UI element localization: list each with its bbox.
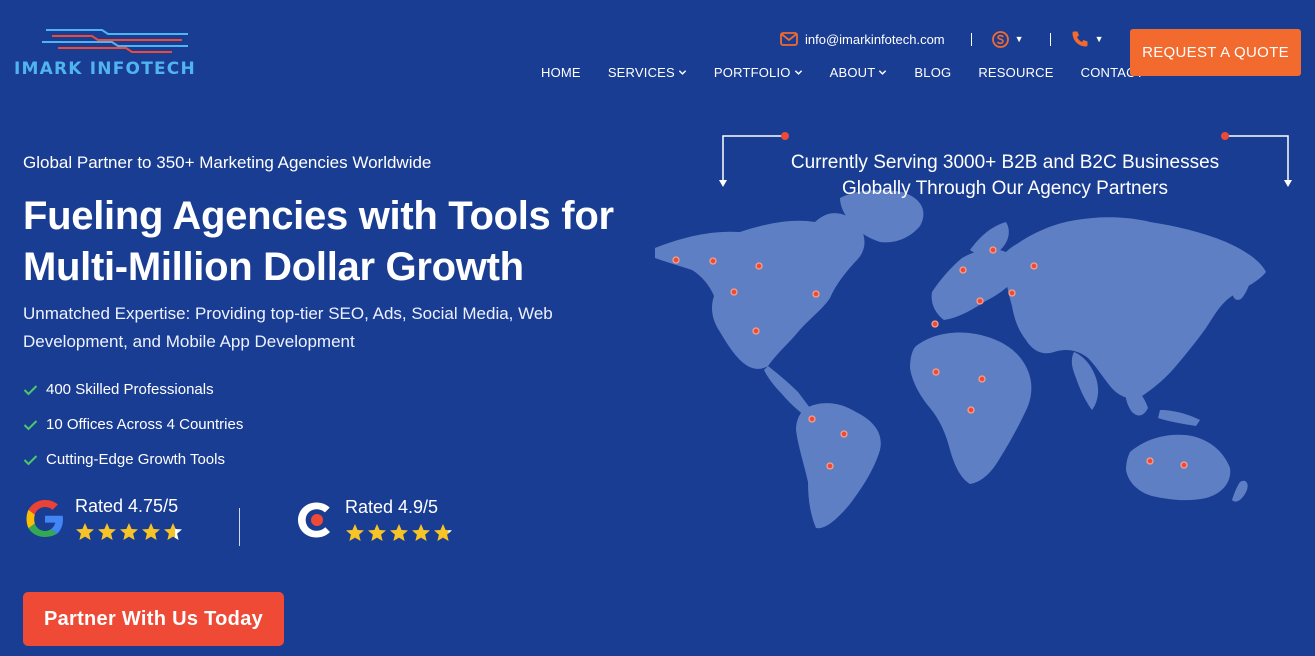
main-nav: HOME SERVICES PORTFOLIO ABOUT BLOG RESOU… xyxy=(541,65,1144,80)
map-caption: Currently Serving 3000+ B2B and B2C Busi… xyxy=(740,150,1270,202)
request-quote-button[interactable]: REQUEST A QUOTE xyxy=(1130,29,1301,76)
nav-label: BLOG xyxy=(914,65,952,80)
nav-label: HOME xyxy=(541,65,581,80)
topbar: info@imarkinfotech.com ▼ ▼ xyxy=(780,28,1103,50)
mail-icon xyxy=(780,32,798,46)
star-rating xyxy=(75,522,183,542)
feature-text: 400 Skilled Professionals xyxy=(46,381,214,398)
nav-portfolio[interactable]: PORTFOLIO xyxy=(714,65,803,80)
chevron-down-icon xyxy=(794,70,802,75)
nav-label: PORTFOLIO xyxy=(713,65,791,80)
feature-item: Cutting-Edge Growth Tools xyxy=(23,442,243,477)
star-half-icon xyxy=(434,524,452,541)
google-rating[interactable]: Rated 4.75/5 xyxy=(23,496,183,542)
email-text: info@imarkinfotech.com xyxy=(805,31,945,47)
chevron-down-icon xyxy=(678,70,687,75)
bracket-dot xyxy=(1221,132,1229,140)
email-link[interactable]: info@imarkinfotech.com xyxy=(780,32,945,47)
partner-with-us-button[interactable]: Partner With Us Today xyxy=(23,592,284,646)
skype-caret-icon: ▼ xyxy=(1014,34,1024,44)
clutch-icon xyxy=(298,502,330,538)
star-rating xyxy=(345,523,453,543)
rating-text: Rated 4.9/5 xyxy=(345,497,453,543)
phone-menu[interactable]: ▼ xyxy=(1071,30,1104,48)
star-icon xyxy=(368,524,386,541)
star-icon xyxy=(120,523,138,540)
nav-about[interactable]: ABOUT xyxy=(830,65,888,80)
headline-line-1: Fueling Agencies with Tools for xyxy=(23,194,614,238)
rating-label: Rated 4.9/5 xyxy=(345,497,439,517)
feature-text: 10 Offices Across 4 Countries xyxy=(46,416,244,433)
google-icon xyxy=(26,500,63,537)
star-half-icon xyxy=(164,523,182,540)
feature-text: Cutting-Edge Growth Tools xyxy=(46,451,225,468)
rating-label: Rated 4.75/5 xyxy=(75,496,179,516)
bracket-dot xyxy=(781,132,789,140)
continents xyxy=(655,190,1266,529)
hero-subtext: Unmatched Expertise: Providing top-tier … xyxy=(23,304,553,351)
headline-line-2: Multi-Million Dollar Growth xyxy=(23,245,524,289)
map-caption-line-2: Globally Through Our Agency Partners xyxy=(842,178,1168,199)
feature-item: 10 Offices Across 4 Countries xyxy=(23,407,243,442)
chevron-down-icon xyxy=(879,70,887,75)
brand-logo[interactable]: IMARK INFOTECH xyxy=(14,26,224,79)
star-icon xyxy=(412,524,430,541)
skype-menu[interactable]: ▼ xyxy=(991,30,1024,48)
phone-icon xyxy=(1072,31,1088,47)
rating-text: Rated 4.75/5 xyxy=(75,496,183,542)
feature-list: 400 Skilled Professionals 10 Offices Acr… xyxy=(23,372,243,477)
hero-eyebrow: Global Partner to 350+ Marketing Agencie… xyxy=(23,153,432,172)
nav-home[interactable]: HOME xyxy=(541,65,581,80)
logo-lines-icon xyxy=(42,29,188,53)
map-caption-line-1: Currently Serving 3000+ B2B and B2C Busi… xyxy=(790,152,1220,173)
feature-item: 400 Skilled Professionals xyxy=(23,372,243,407)
star-icon xyxy=(76,523,94,540)
phone-caret-icon: ▼ xyxy=(1094,34,1104,44)
nav-label: RESOURCE xyxy=(978,65,1054,80)
rating-divider xyxy=(239,508,240,546)
nav-blog[interactable]: BLOG xyxy=(914,65,951,80)
star-icon xyxy=(98,523,116,540)
topbar-divider xyxy=(1049,32,1051,46)
star-icon xyxy=(142,523,160,540)
skype-icon xyxy=(991,30,1009,48)
star-icon xyxy=(390,524,408,541)
check-icon xyxy=(23,419,38,430)
clutch-rating[interactable]: Rated 4.9/5 xyxy=(293,496,453,544)
logo-text: IMARK INFOTECH xyxy=(14,59,196,79)
check-icon xyxy=(23,454,38,465)
star-icon xyxy=(346,524,364,541)
check-icon xyxy=(23,384,38,395)
nav-services[interactable]: SERVICES xyxy=(608,65,687,80)
nav-label: ABOUT xyxy=(829,65,876,80)
nav-label: SERVICES xyxy=(607,65,675,80)
nav-resource[interactable]: RESOURCE xyxy=(978,65,1053,80)
topbar-divider xyxy=(970,32,972,46)
hero-headline: Fueling Agencies with Tools for Multi-Mi… xyxy=(23,191,683,293)
